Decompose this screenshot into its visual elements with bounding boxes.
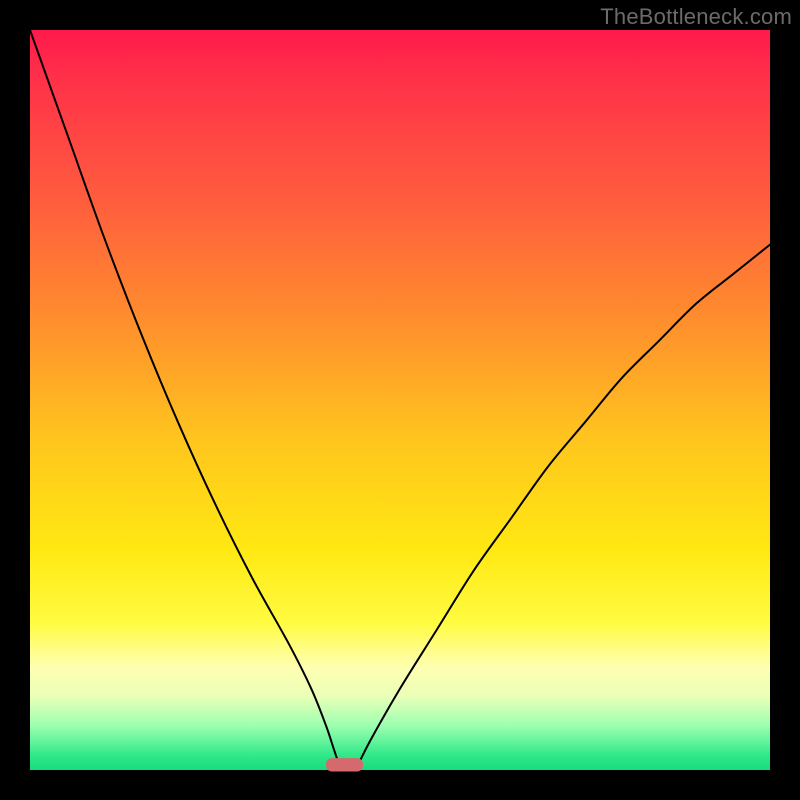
bottom-marker <box>326 758 363 771</box>
figure-frame: TheBottleneck.com <box>0 0 800 800</box>
curve-left-branch <box>30 30 341 770</box>
plot-area <box>30 30 770 770</box>
watermark-text: TheBottleneck.com <box>600 4 792 30</box>
curve-right-branch <box>356 245 770 770</box>
plot-svg <box>30 30 770 770</box>
